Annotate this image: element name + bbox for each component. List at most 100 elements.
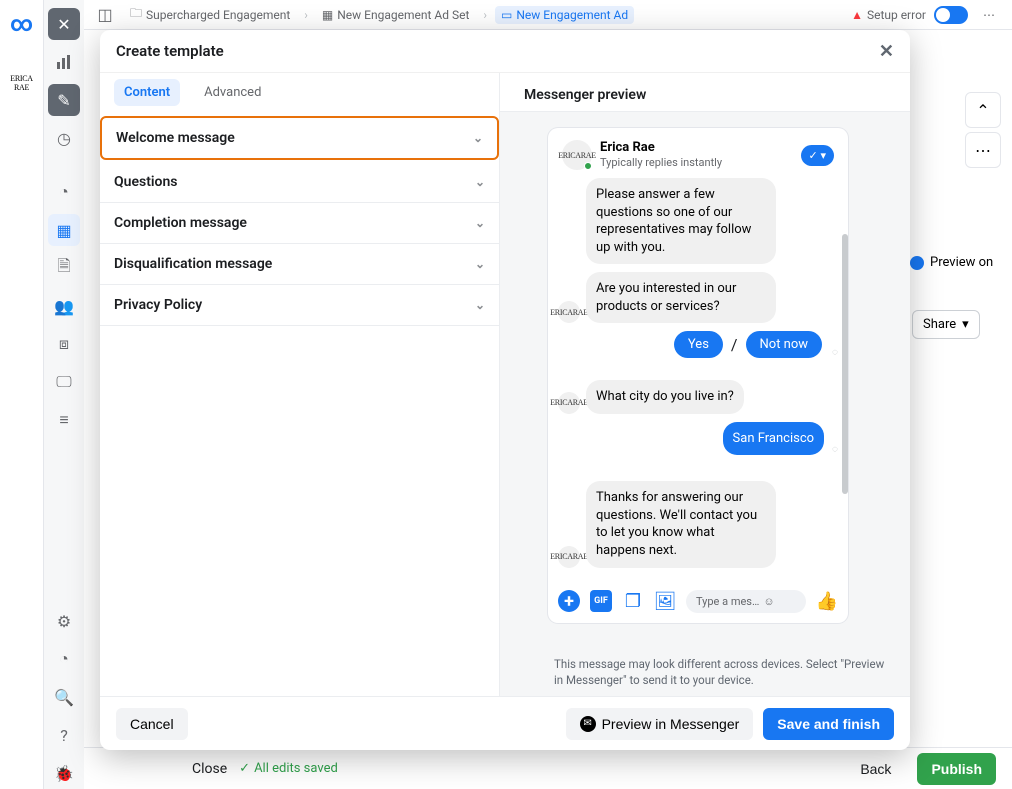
settings-icon[interactable]: ⚙ [48, 605, 80, 637]
preview-on-toggle[interactable]: Preview on [910, 255, 993, 270]
preview-in-messenger-label: Preview in Messenger [602, 716, 740, 732]
footer-back-button[interactable]: Back [846, 753, 905, 785]
dashboard-icon[interactable]: ◔ [48, 176, 80, 208]
completion-message-bubble: Thanks for answering our questions. We'l… [586, 481, 776, 567]
section-completion-message[interactable]: Completion message ⌄ [100, 203, 499, 244]
search-icon[interactable]: 🔍 [48, 681, 80, 713]
top-more-button[interactable]: ⋯ [976, 2, 1002, 28]
chevron-right-icon: › [304, 8, 308, 22]
close-panel-icon[interactable]: ✕ [48, 8, 80, 40]
user-reply-row: San Francisco ◌ [558, 422, 838, 456]
preview-in-messenger-button[interactable]: ✉ Preview in Messenger [566, 708, 754, 740]
menu-icon[interactable]: ≡ [48, 404, 80, 436]
composer-image-icon[interactable]: 🖼 [654, 590, 676, 612]
pencil-icon[interactable]: ✎ [48, 84, 80, 116]
grid-icon: ▦ [322, 8, 333, 22]
footer-publish-button[interactable]: Publish [917, 753, 996, 785]
message-row: ERICARAE What city do you live in? [558, 380, 838, 414]
bug-icon[interactable]: 🐞 [48, 757, 80, 789]
modal-title: Create template [116, 42, 224, 60]
chevron-down-icon: ⌄ [473, 131, 483, 145]
setup-error-badge[interactable]: ▲ Setup error [851, 8, 926, 22]
billing-icon[interactable]: ⧈ [48, 328, 80, 360]
section-privacy-policy[interactable]: Privacy Policy ⌄ [100, 285, 499, 326]
modal-close-button[interactable]: ✕ [879, 41, 894, 62]
section-welcome-message[interactable]: Welcome message ⌄ [100, 116, 499, 160]
chevron-down-icon: ⌄ [475, 257, 485, 271]
message-row: ERICARAE Are you interested in our produ… [558, 272, 838, 323]
tab-content[interactable]: Content [114, 79, 180, 106]
section-questions-label: Questions [114, 174, 177, 190]
composer-sticker-icon[interactable]: ❐ [622, 590, 644, 612]
business-avatar-small: ERICARAE [558, 546, 580, 568]
preview-area: ERICARAE Erica Rae Typically replies ins… [500, 112, 910, 648]
modal-cancel-button[interactable]: Cancel [116, 708, 188, 740]
folder-icon: 🗀 [130, 4, 142, 25]
share-button[interactable]: Share ▾ [912, 310, 980, 339]
ad-icon: ▭ [501, 8, 512, 22]
business-subtitle: Typically replies instantly [600, 156, 793, 169]
chart-icon[interactable] [48, 46, 80, 78]
template-editor-column: Content Advanced Welcome message ⌄ Quest… [100, 73, 500, 696]
tab-advanced[interactable]: Advanced [194, 79, 271, 106]
chat-thread: Please answer a few questions so one of … [558, 178, 838, 613]
warning-icon: ▲ [851, 8, 863, 22]
modal-header: Create template ✕ [100, 30, 910, 72]
clipboard-icon[interactable]: 🗎 [48, 252, 80, 284]
sent-tick-icon: ◌ [832, 347, 838, 358]
phone-preview: ERICARAE Erica Rae Typically replies ins… [548, 128, 848, 623]
composer-placeholder: Type a mes… [696, 595, 759, 608]
composer-gif-icon[interactable]: GIF [590, 590, 612, 612]
section-disqualification-label: Disqualification message [114, 256, 272, 272]
chat-scrollbar[interactable] [842, 234, 848, 494]
help-icon[interactable]: ? [48, 719, 80, 751]
breadcrumb-campaign-label: Supercharged Engagement [146, 8, 290, 22]
chat-header: ERICARAE Erica Rae Typically replies ins… [558, 138, 838, 178]
section-completion-label: Completion message [114, 215, 247, 231]
footer-close-button[interactable]: Close [192, 761, 227, 777]
section-disqualification-message[interactable]: Disqualification message ⌄ [100, 244, 499, 285]
message-row: ERICARAE Thanks for answering our questi… [558, 481, 838, 567]
edits-saved-label: All edits saved [254, 761, 338, 776]
notifications-icon[interactable]: ◔ [48, 643, 80, 675]
chevron-right-icon: › [483, 8, 487, 22]
secondary-nav-rail: ✕ ✎ ◷ ◔ ▦ 🗎 👥 ⧈ 🖵 ≡ ⚙ ◔ 🔍 ? 🐞 [44, 0, 84, 789]
business-avatar: ERICARAE [562, 140, 592, 170]
media-icon[interactable]: 🖵 [48, 366, 80, 398]
audiences-icon[interactable]: 👥 [48, 290, 80, 322]
chevron-down-icon: ⌄ [475, 298, 485, 312]
welcome-message-bubble: Please answer a few questions so one of … [586, 178, 776, 264]
calendar-icon[interactable]: ▦ [48, 214, 80, 246]
slash-separator: / [731, 335, 738, 354]
header-check-button[interactable]: ✓ ▾ [801, 145, 834, 166]
modal-footer: Cancel ✉ Preview in Messenger Save and f… [100, 696, 910, 750]
quick-replies-row: Yes / Not now ◌ [558, 331, 838, 358]
section-questions[interactable]: Questions ⌄ [100, 162, 499, 203]
setup-error-label: Setup error [867, 8, 926, 22]
panel-toggle-icon[interactable]: ◫ [94, 4, 116, 26]
preview-on-label: Preview on [930, 255, 993, 270]
collapse-panel-button[interactable]: ⌃ [965, 92, 1001, 128]
breadcrumb-adset[interactable]: ▦ New Engagement Ad Set [316, 6, 475, 24]
emoji-icon[interactable]: ☺ [763, 595, 774, 608]
save-and-finish-button[interactable]: Save and finish [763, 708, 894, 740]
quick-reply-notnow[interactable]: Not now [746, 331, 823, 358]
editor-tabs: Content Advanced [100, 73, 499, 106]
breadcrumb-campaign[interactable]: 🗀 Supercharged Engagement [124, 2, 296, 27]
sections-accordion: Welcome message ⌄ Questions ⌄ Completion… [100, 106, 499, 334]
clock-icon[interactable]: ◷ [48, 122, 80, 154]
business-avatar-small: ERICARAE [558, 301, 580, 323]
breadcrumb-adset-label: New Engagement Ad Set [337, 8, 469, 22]
panel-more-button[interactable]: ⋯ [965, 132, 1001, 168]
meta-logo-icon[interactable]: ∞ [6, 8, 38, 40]
business-avatar-small: ERICARAE [558, 392, 580, 414]
composer-like-icon[interactable]: 👍 [816, 590, 838, 612]
composer-input[interactable]: Type a mes… ☺ [686, 590, 806, 613]
composer-plus-icon[interactable]: + [558, 590, 580, 612]
message-row: Please answer a few questions so one of … [558, 178, 838, 264]
breadcrumb-ad[interactable]: ▭ New Engagement Ad [495, 6, 634, 24]
check-icon: ✓ [239, 761, 250, 776]
quick-reply-yes[interactable]: Yes [674, 331, 723, 358]
breadcrumb-ad-label: New Engagement Ad [516, 8, 628, 22]
status-toggle[interactable] [934, 6, 968, 24]
